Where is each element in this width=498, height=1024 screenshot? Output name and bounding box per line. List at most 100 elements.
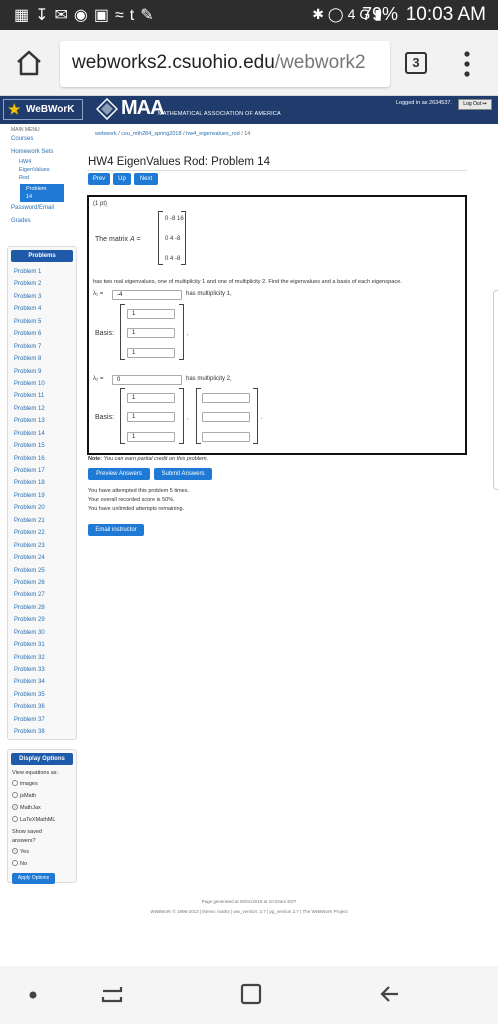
sidebar-problem-link[interactable]: Problem 37 — [14, 714, 76, 726]
sidebar-problem-link[interactable]: Problem 6 — [14, 328, 76, 340]
basis2a-input-3[interactable]: 1 — [127, 432, 175, 442]
recent-apps-icon[interactable] — [100, 982, 124, 1006]
sidebar-problem-link[interactable]: Problem 15 — [14, 440, 76, 452]
basis2b-input-2[interactable] — [202, 412, 250, 422]
sidebar-item-current-problem[interactable]: Problem 14 — [20, 184, 64, 202]
lambda2-input[interactable]: 0 — [112, 375, 182, 385]
sidebar-problem-link[interactable]: Problem 20 — [14, 502, 76, 514]
option-images[interactable]: images — [12, 778, 76, 790]
basis1-input-3[interactable]: 1 — [127, 348, 175, 358]
preview-answers-button[interactable]: Preview Answers — [88, 468, 150, 480]
sidebar-problem-link[interactable]: Problem 13 — [14, 415, 76, 427]
basis1-bracket-right — [179, 304, 184, 360]
overflow-menu-icon[interactable] — [462, 50, 472, 78]
sidebar-item-homework-sets[interactable]: Homework Sets — [11, 146, 77, 159]
dot-icon[interactable] — [28, 990, 38, 1000]
home-square-icon[interactable] — [239, 982, 263, 1006]
sidebar-problem-link[interactable]: Problem 31 — [14, 639, 76, 651]
set-name-line2: EigenValues — [19, 167, 50, 173]
option-yes[interactable]: Yes — [12, 846, 76, 858]
sidebar-problem-link[interactable]: Problem 16 — [14, 453, 76, 465]
sidebar-item-courses[interactable]: Courses — [11, 133, 77, 146]
sidebar-problem-link[interactable]: Problem 35 — [14, 689, 76, 701]
sidebar-problem-link[interactable]: Problem 1 — [14, 266, 76, 278]
breadcrumb-set[interactable]: hw4_eigenvalues_rod — [186, 131, 240, 137]
webwork-logo[interactable]: ★ WeBWorK — [3, 99, 83, 120]
sidebar-problem-link[interactable]: Problem 9 — [14, 366, 76, 378]
submit-answers-button[interactable]: Submit Answers — [154, 468, 212, 480]
sidebar-problem-link[interactable]: Problem 7 — [14, 341, 76, 353]
basis2-label: Basis: — [95, 414, 115, 421]
matrix-row-2: 0 4 -8 — [165, 236, 181, 242]
option-no[interactable]: No — [12, 858, 76, 870]
sidebar-problem-link[interactable]: Problem 4 — [14, 303, 76, 315]
next-button[interactable]: Next — [134, 173, 158, 185]
apply-options-button[interactable]: Apply Options — [12, 873, 55, 884]
breadcrumb-problem: 14 — [244, 131, 251, 137]
lambda1-input[interactable]: -4 — [112, 290, 182, 300]
radio-yes[interactable] — [12, 848, 18, 854]
radio-no[interactable] — [12, 860, 18, 866]
current-problem-line1: Problem — [26, 186, 47, 192]
sidebar-problem-link[interactable]: Problem 18 — [14, 477, 76, 489]
sidebar-item-grades[interactable]: Grades — [11, 215, 77, 228]
breadcrumb-course[interactable]: csu_mth284_spring2018 — [121, 131, 181, 137]
sidebar-problem-link[interactable]: Problem 25 — [14, 565, 76, 577]
home-icon[interactable] — [14, 48, 44, 78]
radio-latexmathml[interactable] — [12, 816, 18, 822]
up-button[interactable]: Up — [113, 173, 131, 185]
sidebar-problem-link[interactable]: Problem 34 — [14, 676, 76, 688]
sidebar-problem-link[interactable]: Problem 10 — [14, 378, 76, 390]
browser-toolbar: webworks2.csuohio.edu/webwork2 3 — [0, 30, 498, 96]
basis1-input-1[interactable]: 1 — [127, 309, 175, 319]
sidebar-problem-link[interactable]: Problem 30 — [14, 627, 76, 639]
basis1-input-2[interactable]: 1 — [127, 328, 175, 338]
sidebar-problem-link[interactable]: Problem 22 — [14, 527, 76, 539]
sidebar-problem-link[interactable]: Problem 17 — [14, 465, 76, 477]
sidebar-problem-link[interactable]: Problem 27 — [14, 589, 76, 601]
scroll-indicator[interactable] — [493, 290, 498, 490]
basis2b-input-3[interactable] — [202, 432, 250, 442]
tab-switcher-button[interactable]: 3 — [405, 52, 427, 74]
radio-jsmath[interactable] — [12, 792, 18, 798]
basis2a-input-1[interactable]: 1 — [127, 393, 175, 403]
sidebar-problem-link[interactable]: Problem 38 — [14, 726, 76, 738]
sidebar-problem-link[interactable]: Problem 3 — [14, 291, 76, 303]
sidebar-problem-link[interactable]: Problem 24 — [14, 552, 76, 564]
url-bar[interactable]: webworks2.csuohio.edu/webwork2 — [60, 41, 390, 87]
prev-button[interactable]: Prev — [88, 173, 110, 185]
option-mathjax[interactable]: MathJax — [12, 802, 76, 814]
sidebar-problem-link[interactable]: Problem 5 — [14, 316, 76, 328]
back-arrow-icon[interactable] — [378, 982, 402, 1006]
current-problem-line2: 14 — [26, 194, 33, 200]
sidebar-problem-link[interactable]: Problem 33 — [14, 664, 76, 676]
sidebar-problem-link[interactable]: Problem 23 — [14, 540, 76, 552]
email-instructor-button[interactable]: Email instructor — [88, 524, 144, 536]
score-text: Your overall recorded score is 50%. — [88, 497, 175, 503]
radio-images[interactable] — [12, 780, 18, 786]
sidebar-problem-link[interactable]: Problem 12 — [14, 403, 76, 415]
sidebar-problem-link[interactable]: Problem 2 — [14, 278, 76, 290]
sidebar-problem-link[interactable]: Problem 21 — [14, 515, 76, 527]
option-latexmathml[interactable]: LaTeXMathML — [12, 814, 76, 826]
breadcrumb-separator: / — [118, 131, 120, 137]
basis2a-input-2[interactable]: 1 — [127, 412, 175, 422]
sidebar-problem-link[interactable]: Problem 29 — [14, 614, 76, 626]
breadcrumb-webwork[interactable]: webwork — [95, 131, 117, 137]
sidebar-problem-link[interactable]: Problem 8 — [14, 353, 76, 365]
radio-mathjax[interactable] — [12, 804, 18, 810]
sidebar-item-current-set[interactable]: HW4 EigenValues Rod — [7, 158, 77, 182]
option-jsmath[interactable]: jsMath — [12, 790, 76, 802]
basis2b-input-1[interactable] — [202, 393, 250, 403]
sidebar-item-password-email[interactable]: Password/Email — [11, 202, 77, 215]
display-options-panel: Display Options View equations as: image… — [7, 749, 77, 884]
logout-button[interactable]: Log Out ↦ — [458, 99, 492, 110]
sidebar-problem-link[interactable]: Problem 19 — [14, 490, 76, 502]
sidebar-problem-link[interactable]: Problem 11 — [14, 390, 76, 402]
sidebar-problem-link[interactable]: Problem 14 — [14, 428, 76, 440]
sidebar-problem-link[interactable]: Problem 36 — [14, 701, 76, 713]
sidebar-problem-link[interactable]: Problem 26 — [14, 577, 76, 589]
sidebar-problem-link[interactable]: Problem 28 — [14, 602, 76, 614]
set-name-line3: Rod — [19, 175, 30, 181]
sidebar-problem-link[interactable]: Problem 32 — [14, 652, 76, 664]
